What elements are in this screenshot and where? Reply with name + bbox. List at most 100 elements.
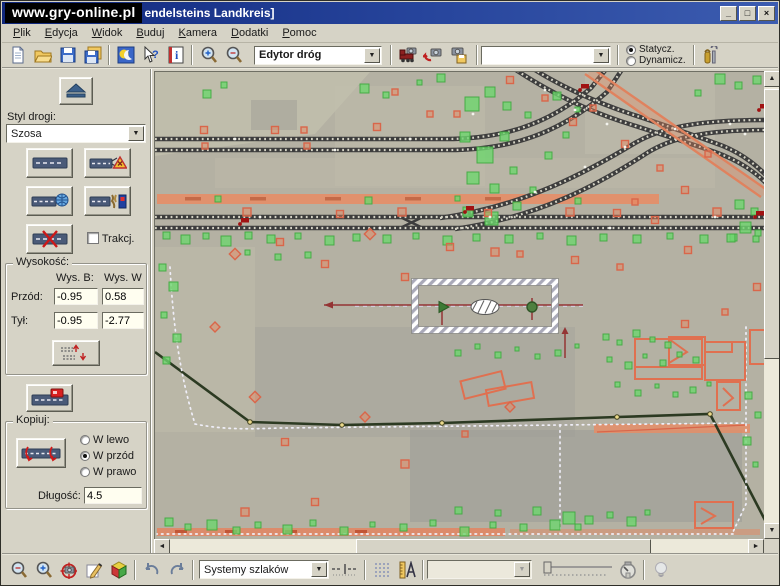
road-magnet-button[interactable] bbox=[84, 186, 131, 216]
object-marker[interactable] bbox=[400, 272, 410, 282]
object-marker[interactable] bbox=[303, 142, 311, 150]
tools-button[interactable] bbox=[698, 44, 723, 67]
road-globe-button[interactable] bbox=[26, 186, 73, 216]
back-b-input[interactable] bbox=[54, 312, 98, 329]
editor-mode-select[interactable]: Edytor dróg ▼ bbox=[254, 45, 382, 65]
object-marker[interactable] bbox=[240, 507, 250, 517]
save-button[interactable] bbox=[55, 44, 80, 67]
object-marker[interactable] bbox=[275, 237, 285, 247]
object-marker[interactable] bbox=[704, 150, 712, 158]
front-b-input[interactable] bbox=[54, 288, 98, 305]
road-node[interactable] bbox=[614, 414, 620, 420]
menu-plik[interactable]: Plik bbox=[6, 25, 38, 41]
object-marker[interactable] bbox=[631, 198, 639, 206]
road-vehicle-button[interactable] bbox=[26, 384, 73, 412]
object-marker[interactable] bbox=[320, 259, 330, 269]
copy-left-option[interactable]: W lewo bbox=[80, 434, 129, 446]
object-marker[interactable] bbox=[721, 308, 729, 316]
object-marker[interactable] bbox=[680, 319, 690, 329]
object-marker[interactable] bbox=[242, 207, 252, 217]
object-marker[interactable] bbox=[400, 459, 410, 469]
day-night-button[interactable] bbox=[113, 44, 138, 67]
road-node[interactable] bbox=[247, 419, 253, 425]
object-marker[interactable] bbox=[570, 255, 580, 265]
object-marker[interactable] bbox=[568, 117, 578, 127]
menu-buduj[interactable]: Buduj bbox=[129, 25, 171, 41]
object-marker[interactable] bbox=[650, 215, 660, 225]
object-marker[interactable] bbox=[445, 242, 455, 252]
radio-static[interactable]: Statycz. bbox=[626, 44, 686, 55]
vertical-scroll-thumb[interactable] bbox=[764, 89, 779, 359]
menu-pomoc[interactable]: Pomoc bbox=[275, 25, 323, 41]
traction-option[interactable]: Trakcj. bbox=[87, 232, 134, 245]
object-marker[interactable] bbox=[310, 497, 320, 507]
light-bulb-button[interactable] bbox=[648, 558, 673, 581]
object-marker[interactable] bbox=[372, 122, 382, 132]
zoom-out-map-button[interactable] bbox=[6, 558, 31, 581]
object-marker[interactable] bbox=[565, 207, 575, 217]
copy-right-dot[interactable] bbox=[80, 467, 90, 477]
measure-button[interactable] bbox=[394, 558, 419, 581]
road-delete-button[interactable] bbox=[26, 224, 73, 254]
back-w-input[interactable] bbox=[102, 312, 144, 329]
zoom-out-button[interactable] bbox=[221, 44, 246, 67]
object-marker[interactable] bbox=[270, 125, 280, 135]
front-w-input[interactable] bbox=[102, 288, 144, 305]
map-vertical-scrollbar[interactable]: ▲ ▼ bbox=[764, 71, 779, 539]
chevron-down-icon[interactable]: ▼ bbox=[364, 47, 380, 63]
object-marker[interactable] bbox=[589, 104, 597, 112]
copy-left-dot[interactable] bbox=[80, 435, 90, 445]
close-button[interactable]: × bbox=[758, 5, 775, 21]
road-style-select[interactable]: Szosa ▼ bbox=[6, 124, 146, 143]
radio-dynamic[interactable]: Dynamicz. bbox=[626, 55, 686, 66]
systems-select[interactable]: Systemy szlaków ▼ bbox=[199, 560, 329, 579]
detail-slider[interactable] bbox=[540, 560, 615, 580]
grid-toggle-button[interactable] bbox=[369, 558, 394, 581]
open-file-button[interactable] bbox=[30, 44, 55, 67]
object-marker[interactable] bbox=[505, 75, 515, 85]
camera-target-button[interactable] bbox=[56, 558, 81, 581]
zoom-in-button[interactable] bbox=[196, 44, 221, 67]
chevron-down-icon[interactable]: ▼ bbox=[128, 126, 144, 141]
copy-road-button[interactable] bbox=[16, 438, 66, 468]
radio-dynamic-dot[interactable] bbox=[626, 55, 636, 66]
object-marker[interactable] bbox=[612, 208, 622, 218]
traction-checkbox[interactable] bbox=[87, 232, 99, 244]
road-end-warning-button[interactable] bbox=[84, 148, 131, 178]
cube-3d-button[interactable] bbox=[106, 558, 131, 581]
object-marker[interactable] bbox=[712, 207, 722, 217]
context-help-button[interactable]: ? bbox=[138, 44, 163, 67]
object-marker[interactable] bbox=[201, 142, 209, 150]
menu-widok[interactable]: Widok bbox=[85, 25, 130, 41]
object-marker[interactable] bbox=[516, 250, 524, 258]
object-marker[interactable] bbox=[397, 207, 407, 217]
chevron-down-icon[interactable]: ▼ bbox=[593, 47, 609, 63]
road-node[interactable] bbox=[707, 411, 713, 417]
object-marker[interactable] bbox=[483, 208, 493, 218]
object-marker[interactable] bbox=[490, 247, 500, 257]
minimize-button[interactable]: _ bbox=[720, 5, 737, 21]
scroll-down-button[interactable]: ▼ bbox=[764, 523, 779, 539]
edit-pencil-button[interactable] bbox=[81, 558, 106, 581]
object-marker[interactable] bbox=[335, 209, 345, 219]
zoom-in-map-button[interactable] bbox=[31, 558, 56, 581]
camera-train-button[interactable] bbox=[395, 44, 420, 67]
object-marker[interactable] bbox=[391, 88, 399, 96]
object-marker[interactable] bbox=[752, 282, 762, 292]
save-all-button[interactable] bbox=[80, 44, 105, 67]
gauge-button[interactable] bbox=[615, 558, 640, 581]
object-marker[interactable] bbox=[656, 164, 664, 172]
length-input[interactable] bbox=[84, 487, 142, 504]
scroll-up-button[interactable]: ▲ bbox=[764, 71, 779, 87]
apply-height-button[interactable] bbox=[52, 340, 100, 366]
track-connect-button[interactable] bbox=[329, 558, 361, 581]
object-marker[interactable] bbox=[461, 430, 469, 438]
object-marker[interactable] bbox=[541, 94, 549, 102]
menu-kamera[interactable]: Kamera bbox=[171, 25, 224, 41]
object-marker[interactable] bbox=[616, 263, 624, 271]
copy-right-option[interactable]: W prawo bbox=[80, 466, 136, 478]
camera-reverse-button[interactable] bbox=[420, 44, 445, 67]
chevron-down-icon[interactable]: ▼ bbox=[311, 562, 327, 577]
new-file-button[interactable] bbox=[5, 44, 30, 67]
layer-select[interactable]: ▼ bbox=[481, 45, 611, 65]
